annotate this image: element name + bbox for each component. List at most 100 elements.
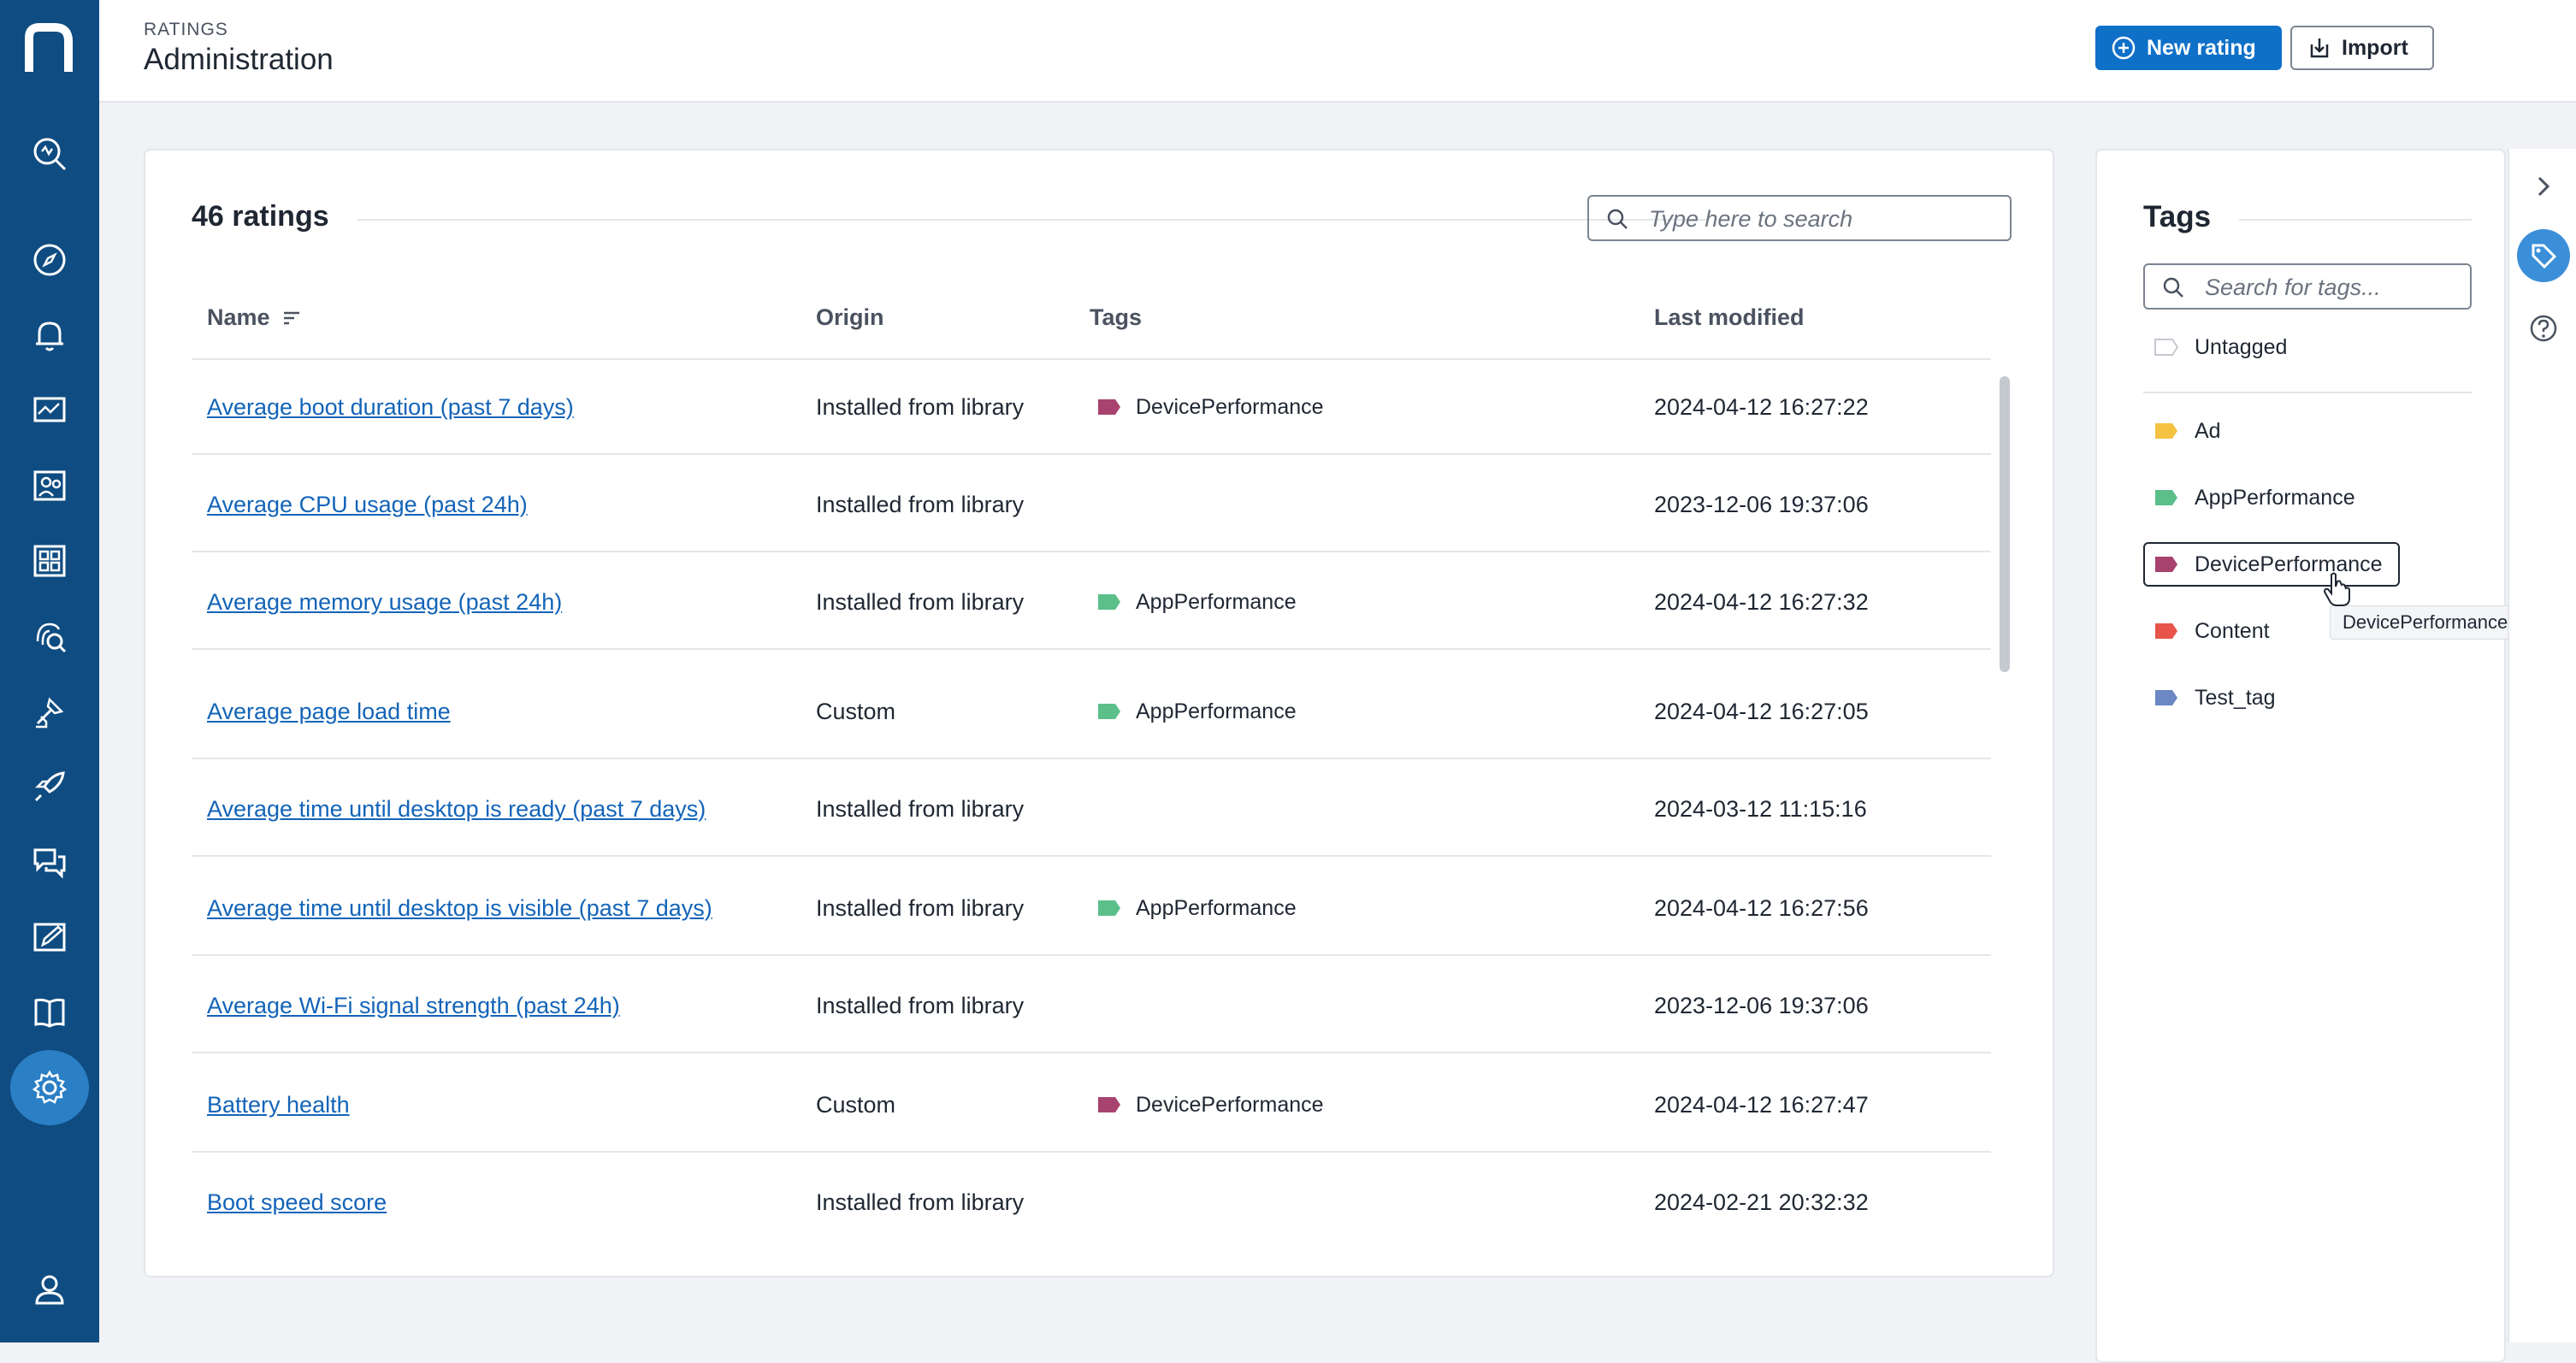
grid-apps-icon <box>33 545 66 577</box>
import-button[interactable]: Import <box>2290 26 2434 70</box>
rating-last-modified: 2023-12-06 19:37:06 <box>1654 992 1869 1018</box>
tag-chip: AppPerformance <box>1096 699 1297 724</box>
column-header-origin[interactable]: Origin <box>816 304 884 331</box>
tag-chip-label: AppPerformance <box>1136 895 1297 920</box>
tags-panel-button[interactable] <box>2517 229 2570 282</box>
table-row[interactable]: Average time until desktop is visible (p… <box>192 860 1991 956</box>
bell-icon <box>36 322 63 351</box>
tag-chip: DevicePerformance <box>1096 395 1324 420</box>
tag-chip: AppPerformance <box>1096 590 1297 615</box>
tag-search[interactable] <box>2143 263 2472 310</box>
search-icon <box>2163 277 2183 298</box>
user-icon <box>35 1275 64 1305</box>
rating-tags: DevicePerformance <box>1096 1057 1324 1153</box>
tag-icon <box>1098 900 1120 916</box>
rating-name-link[interactable]: Average memory usage (past 24h) <box>207 554 562 650</box>
tag-filter-label: DevicePerformance <box>2195 552 2383 576</box>
column-header-name-label: Name <box>207 304 270 330</box>
rating-name-link[interactable]: Boot speed score <box>207 1154 387 1250</box>
tag-icon <box>2155 423 2177 439</box>
plus-circle-icon <box>2112 36 2136 60</box>
rating-name-link[interactable]: Battery health <box>207 1057 350 1153</box>
rating-origin: Custom <box>816 1091 896 1118</box>
nav-search-analytics[interactable] <box>10 116 89 192</box>
table-row[interactable]: Boot speed score Installed from library … <box>192 1154 1991 1250</box>
tag-search-input[interactable] <box>2203 265 2463 310</box>
tag-chip-label: AppPerformance <box>1136 589 1297 614</box>
nav-investigations[interactable] <box>10 599 89 674</box>
tag-icon <box>2155 557 2177 572</box>
rating-name-link[interactable]: Average time until desktop is visible (p… <box>207 860 712 956</box>
people-icon <box>33 470 66 501</box>
rating-tags: AppPerformance <box>1096 554 1297 650</box>
edit-icon <box>33 923 66 952</box>
table-row[interactable]: Average Wi-Fi signal strength (past 24h)… <box>192 958 1991 1053</box>
import-icon <box>2310 38 2329 58</box>
tag-chip-label: AppPerformance <box>1136 699 1297 723</box>
chevron-right-icon <box>2538 176 2550 197</box>
nav-administration[interactable] <box>10 1050 89 1125</box>
nav-users[interactable] <box>10 448 89 523</box>
rating-last-modified: 2024-04-12 16:27:47 <box>1654 1091 1869 1118</box>
table-row[interactable]: Average page load time Custom AppPerform… <box>192 664 1991 759</box>
nav-account[interactable] <box>10 1252 89 1327</box>
collapse-panel-button[interactable] <box>2520 162 2567 210</box>
ratings-search-input[interactable] <box>1647 197 2001 241</box>
tag-filter-ad[interactable]: Ad <box>2143 409 2238 453</box>
brand-logo[interactable] <box>21 21 80 80</box>
nav-campaigns[interactable] <box>10 749 89 824</box>
tag-filter-test-tag[interactable]: Test_tag <box>2143 676 2293 720</box>
tag-filter-content[interactable]: Content <box>2143 609 2287 653</box>
rating-name-link[interactable]: Average Wi-Fi signal strength (past 24h) <box>207 958 620 1053</box>
table-row[interactable]: Average memory usage (past 24h) Installe… <box>192 554 1991 650</box>
column-header-tags[interactable]: Tags <box>1090 304 1142 331</box>
rating-name-link[interactable]: Average CPU usage (past 24h) <box>207 457 528 552</box>
nav-explore[interactable] <box>10 222 89 298</box>
rating-origin: Installed from library <box>816 894 1025 921</box>
rating-name-link[interactable]: Average time until desktop is ready (pas… <box>207 761 706 857</box>
table-row[interactable]: Battery health Custom DevicePerformance … <box>192 1057 1991 1153</box>
new-rating-button[interactable]: New rating <box>2095 26 2282 70</box>
nav-applications[interactable] <box>10 523 89 599</box>
rating-origin: Installed from library <box>816 491 1025 517</box>
tags-title: Tags <box>2143 200 2212 233</box>
table-row[interactable]: Average CPU usage (past 24h) Installed f… <box>192 457 1991 552</box>
nav-alerts[interactable] <box>10 298 89 373</box>
rating-last-modified: 2024-04-12 16:27:56 <box>1654 894 1869 921</box>
rating-origin: Installed from library <box>816 588 1025 615</box>
tag-chip-label: DevicePerformance <box>1136 394 1324 419</box>
chat-icon <box>33 848 66 879</box>
sort-icon[interactable] <box>282 310 301 326</box>
rating-name-link[interactable]: Average boot duration (past 7 days) <box>207 359 574 455</box>
tooltip: DevicePerformance <box>2330 605 2521 640</box>
search-icon <box>1607 209 1628 229</box>
table-scrollbar[interactable] <box>2000 376 2010 672</box>
rating-name-link[interactable]: Average page load time <box>207 664 451 759</box>
divider <box>2239 219 2472 221</box>
ratings-search[interactable] <box>1587 195 2012 241</box>
table-row[interactable]: Average time until desktop is ready (pas… <box>192 761 1991 857</box>
rating-tags: AppPerformance <box>1096 664 1297 759</box>
rating-last-modified: 2024-03-12 11:15:16 <box>1654 795 1867 822</box>
tag-filter-label: Untagged <box>2195 334 2288 359</box>
tag-filter-untagged[interactable]: Untagged <box>2143 325 2304 369</box>
search-analytics-icon <box>33 138 67 171</box>
tag-filter-deviceperformance[interactable]: DevicePerformance <box>2143 542 2400 587</box>
import-label: Import <box>2342 35 2408 60</box>
help-button[interactable] <box>2520 304 2567 352</box>
nav-feedback[interactable] <box>10 824 89 900</box>
rating-last-modified: 2023-12-06 19:37:06 <box>1654 491 1869 517</box>
nav-dashboards[interactable] <box>10 373 89 448</box>
table-row[interactable]: Average boot duration (past 7 days) Inst… <box>192 359 1991 455</box>
column-header-name[interactable]: Name <box>207 304 301 331</box>
nav-reports[interactable] <box>10 900 89 975</box>
rating-tags: AppPerformance <box>1096 860 1297 956</box>
tag-filter-appperformance[interactable]: AppPerformance <box>2143 475 2372 520</box>
tag-filter-label: Content <box>2195 618 2270 643</box>
nav-remote-actions[interactable] <box>10 674 89 749</box>
column-header-last-modified[interactable]: Last modified <box>1654 304 1805 331</box>
nav-library[interactable] <box>10 975 89 1050</box>
compass-icon <box>33 244 66 276</box>
tag-chip: DevicePerformance <box>1096 1093 1324 1118</box>
tag-chip: AppPerformance <box>1096 896 1297 921</box>
